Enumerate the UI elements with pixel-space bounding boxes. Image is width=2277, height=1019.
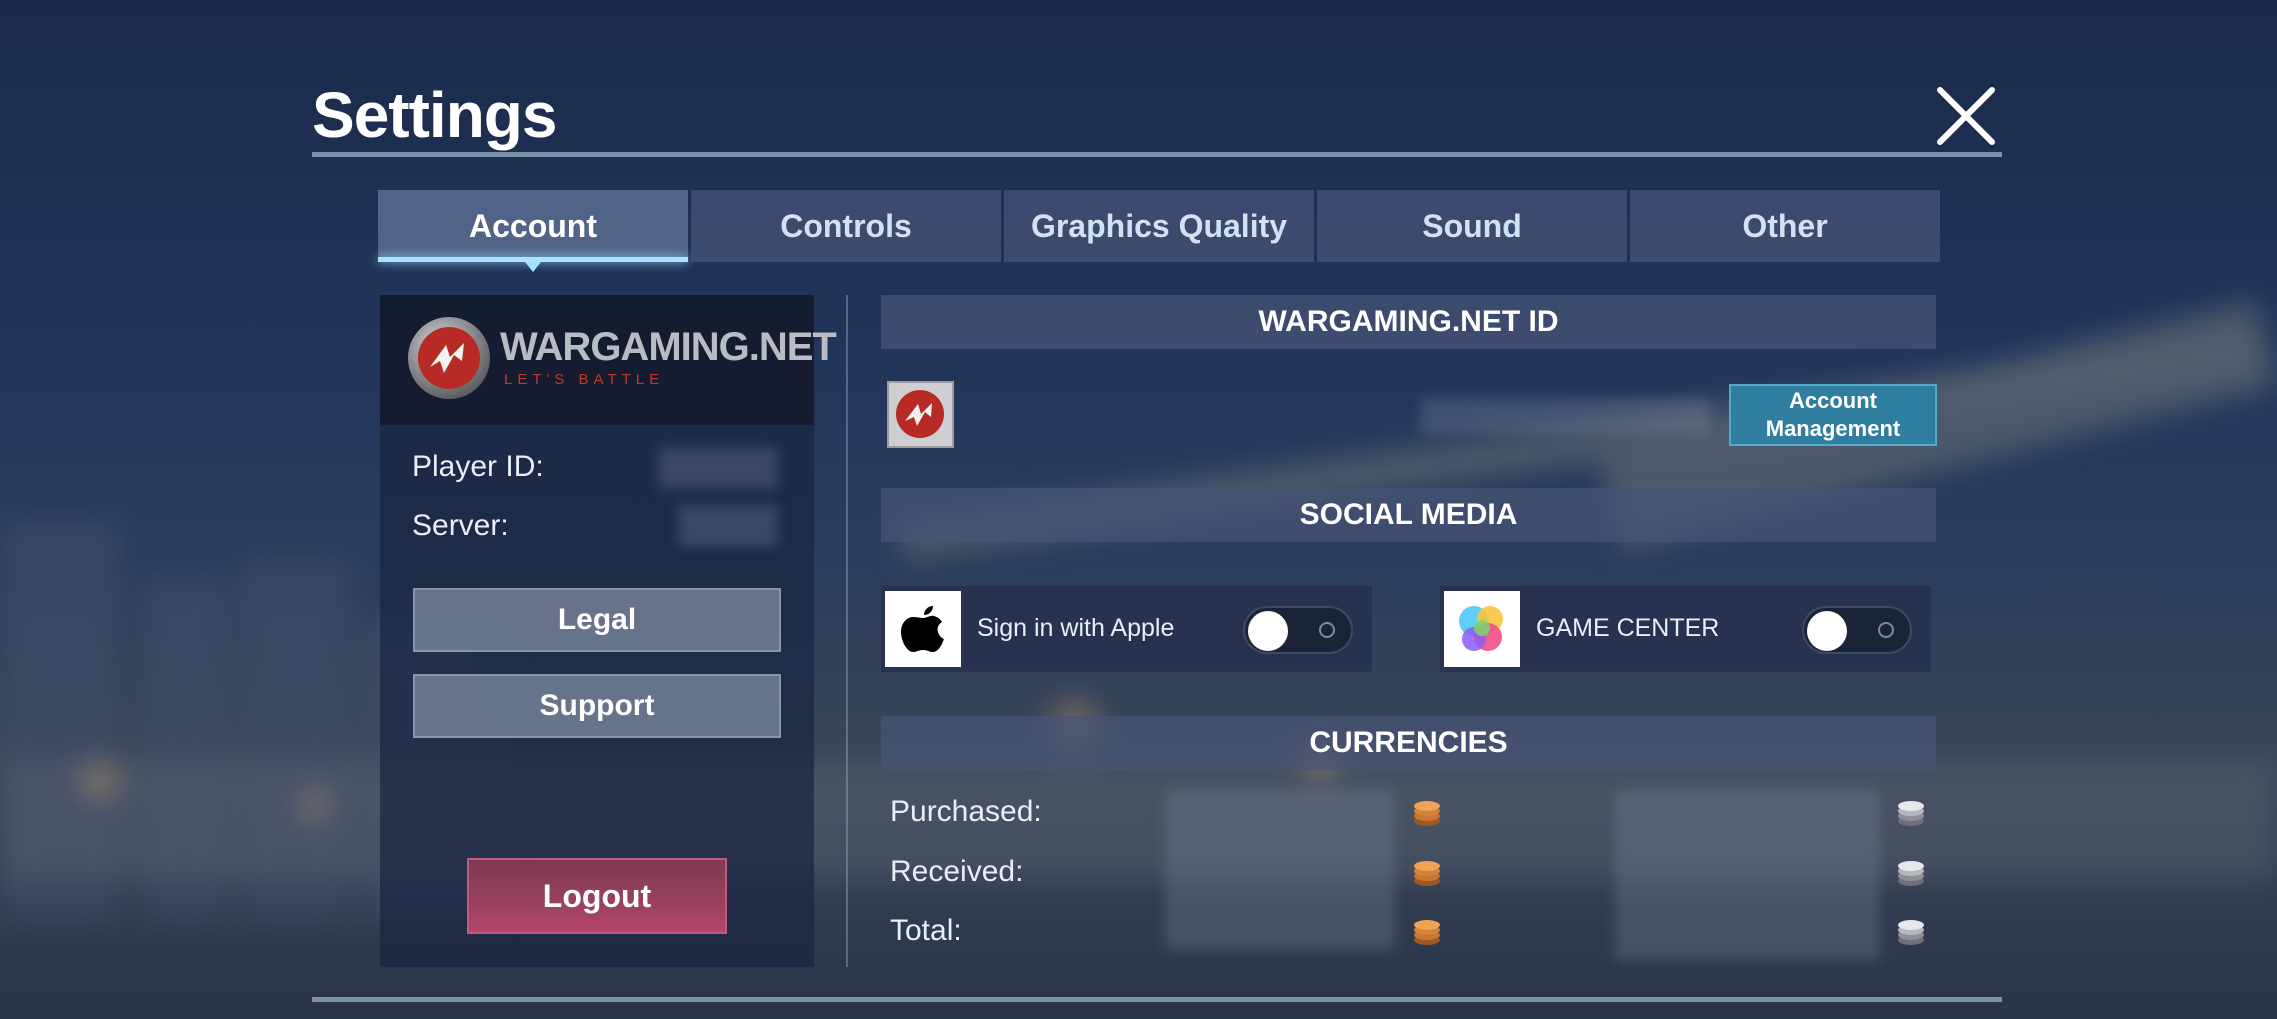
settings-tabs: Account Controls Graphics Quality Sound …: [378, 190, 1940, 272]
silver-coin-icon: [1898, 861, 1924, 886]
toggle-off-indicator: [1878, 622, 1894, 638]
toggle-knob: [1248, 611, 1288, 651]
game-center-toggle[interactable]: [1802, 606, 1912, 654]
support-button[interactable]: Support: [413, 674, 781, 738]
silver-coin-icon: [1898, 801, 1924, 826]
server-label: Server:: [412, 509, 509, 542]
gold-coin-icon: [1414, 801, 1440, 826]
apple-signin-label: Sign in with Apple: [977, 614, 1175, 642]
gold-values-blurred: [1165, 790, 1395, 950]
legal-button[interactable]: Legal: [413, 588, 781, 652]
server-value: [678, 505, 778, 547]
apple-icon: [885, 591, 961, 667]
player-id-label: Player ID:: [412, 450, 544, 483]
logo-text: WARGAMING.NET: [500, 325, 837, 369]
silver-coin-icon: [1898, 920, 1924, 945]
wargaming-account-icon: [887, 381, 954, 448]
close-icon: [1937, 87, 1995, 145]
gold-coin-icon: [1414, 920, 1440, 945]
gold-coin-icon: [1414, 861, 1440, 886]
purchased-label: Purchased:: [890, 795, 1042, 828]
tab-account[interactable]: Account: [378, 190, 688, 272]
toggle-off-indicator: [1319, 622, 1335, 638]
tab-other[interactable]: Other: [1630, 190, 1940, 262]
game-center-icon: [1444, 591, 1520, 667]
wargaming-emblem-icon: [408, 317, 490, 399]
page-title: Settings: [312, 79, 557, 151]
account-management-button[interactable]: Account Management: [1729, 384, 1937, 446]
social-media-heading: SOCIAL MEDIA: [881, 488, 1936, 542]
wargaming-logo: WARGAMING.NET LET'S BATTLE: [380, 295, 837, 425]
currencies-heading: CURRENCIES: [881, 716, 1936, 770]
toggle-knob: [1807, 611, 1847, 651]
account-panel: WARGAMING.NET LET'S BATTLE Player ID: Se…: [380, 295, 837, 967]
close-button[interactable]: [1934, 84, 1998, 148]
tab-controls[interactable]: Controls: [691, 190, 1001, 262]
tab-graphics-quality[interactable]: Graphics Quality: [1004, 190, 1314, 262]
total-label: Total:: [890, 914, 962, 947]
received-label: Received:: [890, 855, 1024, 888]
game-center-card: GAME CENTER: [1440, 586, 1931, 672]
tab-sound[interactable]: Sound: [1317, 190, 1627, 262]
logo-tagline: LET'S BATTLE: [504, 371, 665, 388]
bottom-divider: [312, 997, 2002, 1002]
wargaming-id-heading: WARGAMING.NET ID: [881, 295, 1936, 349]
silver-values-blurred: [1615, 790, 1880, 960]
player-id-value: [658, 447, 778, 489]
panel-divider: [846, 295, 848, 967]
game-center-label: GAME CENTER: [1536, 614, 1720, 642]
apple-signin-toggle[interactable]: [1243, 606, 1353, 654]
title-divider: [312, 152, 2002, 157]
logout-button[interactable]: Logout: [467, 858, 727, 934]
apple-signin-card: Sign in with Apple: [881, 586, 1372, 672]
account-management-label-line2: Management: [1765, 416, 1901, 441]
wargaming-email-value: [1420, 398, 1710, 434]
account-management-label-line1: Account: [1789, 388, 1877, 413]
